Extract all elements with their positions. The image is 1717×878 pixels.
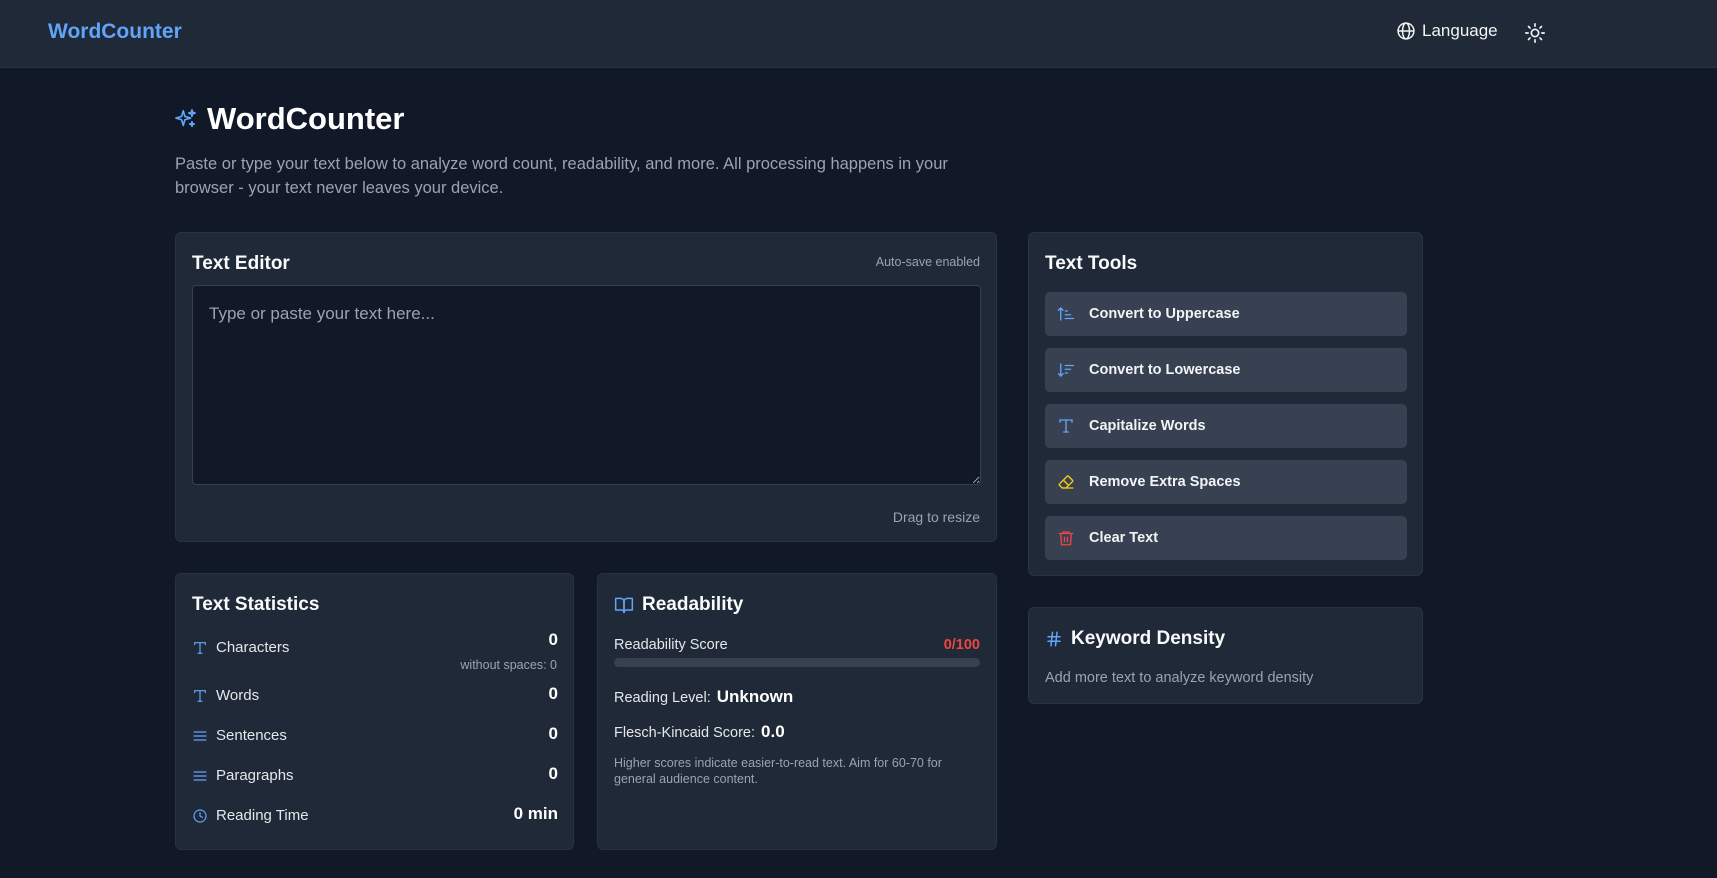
page-title: WordCounter [175, 101, 404, 137]
characters-value: 0 [548, 630, 558, 649]
characters-without-spaces: without spaces: 0 [460, 658, 557, 672]
sparkles-icon [175, 109, 196, 128]
lowercase-button[interactable]: Convert to Lowercase [1045, 348, 1407, 392]
reading-level-row: Reading Level: Unknown [614, 687, 793, 707]
readability-score-value: 0/100 [943, 637, 980, 653]
type-icon [194, 689, 206, 702]
lines-icon [193, 730, 207, 741]
characters-label: Characters [216, 639, 290, 656]
readability-note: Higher scores indicate easier-to-read te… [614, 756, 942, 786]
readability-title: Readability [642, 594, 744, 615]
stat-paragraphs: Paragraphs 0 [192, 764, 558, 788]
text-statistics-panel: Text Statistics Characters 0 without spa… [175, 573, 574, 850]
keyword-density-title: Keyword Density [1071, 628, 1226, 649]
clear-text-button[interactable]: Clear Text [1045, 516, 1407, 560]
type-icon [1059, 419, 1073, 433]
text-tools-panel: Text Tools Convert to Uppercase Convert … [1028, 232, 1423, 576]
language-button[interactable]: Language [1396, 21, 1498, 41]
book-open-icon [614, 597, 634, 614]
brand-logo[interactable]: WordCounter [48, 20, 182, 44]
flesch-kincaid-value: 0.0 [761, 722, 785, 741]
remove-spaces-label: Remove Extra Spaces [1089, 474, 1241, 490]
text-editor-panel: Text Editor Auto-save enabled Drag to re… [175, 232, 997, 542]
lines-icon [193, 770, 207, 781]
paragraphs-label: Paragraphs [216, 767, 294, 784]
reading-level-label: Reading Level: [614, 690, 711, 706]
resize-hint: Drag to resize [892, 509, 980, 525]
lowercase-label: Convert to Lowercase [1089, 362, 1241, 378]
remove-spaces-button[interactable]: Remove Extra Spaces [1045, 460, 1407, 504]
stat-characters: Characters 0 [192, 630, 558, 660]
trash-icon [1058, 531, 1074, 546]
reading-time-label: Reading Time [216, 807, 309, 824]
sort-ascending-icon [1057, 307, 1075, 321]
readability-score-label: Readability Score [614, 637, 728, 653]
keyword-density-panel: Keyword Density Add more text to analyze… [1028, 607, 1423, 704]
statistics-title: Text Statistics [192, 594, 320, 615]
readability-progress-bar [614, 658, 980, 667]
globe-icon [1397, 22, 1415, 40]
reading-time-value: 0 min [513, 804, 558, 823]
hash-icon [1047, 631, 1061, 647]
uppercase-label: Convert to Uppercase [1089, 306, 1240, 322]
reading-level-value: Unknown [716, 687, 794, 706]
page-heading: WordCounter [207, 101, 405, 136]
stat-sentences: Sentences 0 [192, 724, 558, 748]
sun-icon[interactable] [1524, 22, 1546, 44]
flesch-kincaid-row: Flesch-Kincaid Score: 0.0 [614, 722, 785, 742]
eraser-icon [1058, 475, 1074, 489]
clear-text-label: Clear Text [1089, 530, 1159, 546]
capitalize-label: Capitalize Words [1089, 418, 1206, 434]
tools-title: Text Tools [1045, 253, 1138, 274]
words-value: 0 [548, 684, 558, 703]
type-icon [194, 641, 206, 654]
page-description: Paste or type your text below to analyze… [175, 155, 948, 197]
flesch-kincaid-label: Flesch-Kincaid Score: [614, 725, 756, 741]
stat-words: Words 0 [192, 684, 558, 708]
paragraphs-value: 0 [548, 764, 558, 783]
top-navbar: WordCounter Language [0, 0, 1717, 68]
editor-title: Text Editor [192, 253, 290, 274]
clock-icon [193, 808, 207, 823]
stat-reading-time: Reading Time 0 min [192, 804, 558, 828]
words-label: Words [216, 687, 260, 704]
sort-descending-icon [1057, 363, 1075, 377]
capitalize-button[interactable]: Capitalize Words [1045, 404, 1407, 448]
keyword-density-empty-note: Add more text to analyze keyword density [1045, 670, 1314, 686]
sentences-label: Sentences [216, 727, 287, 744]
sentences-value: 0 [548, 724, 558, 743]
autosave-status: Auto-save enabled [875, 255, 980, 269]
language-label: Language [1422, 21, 1498, 40]
readability-panel: Readability Readability Score 0/100 Read… [597, 573, 997, 850]
uppercase-button[interactable]: Convert to Uppercase [1045, 292, 1407, 336]
text-input[interactable] [192, 285, 981, 485]
